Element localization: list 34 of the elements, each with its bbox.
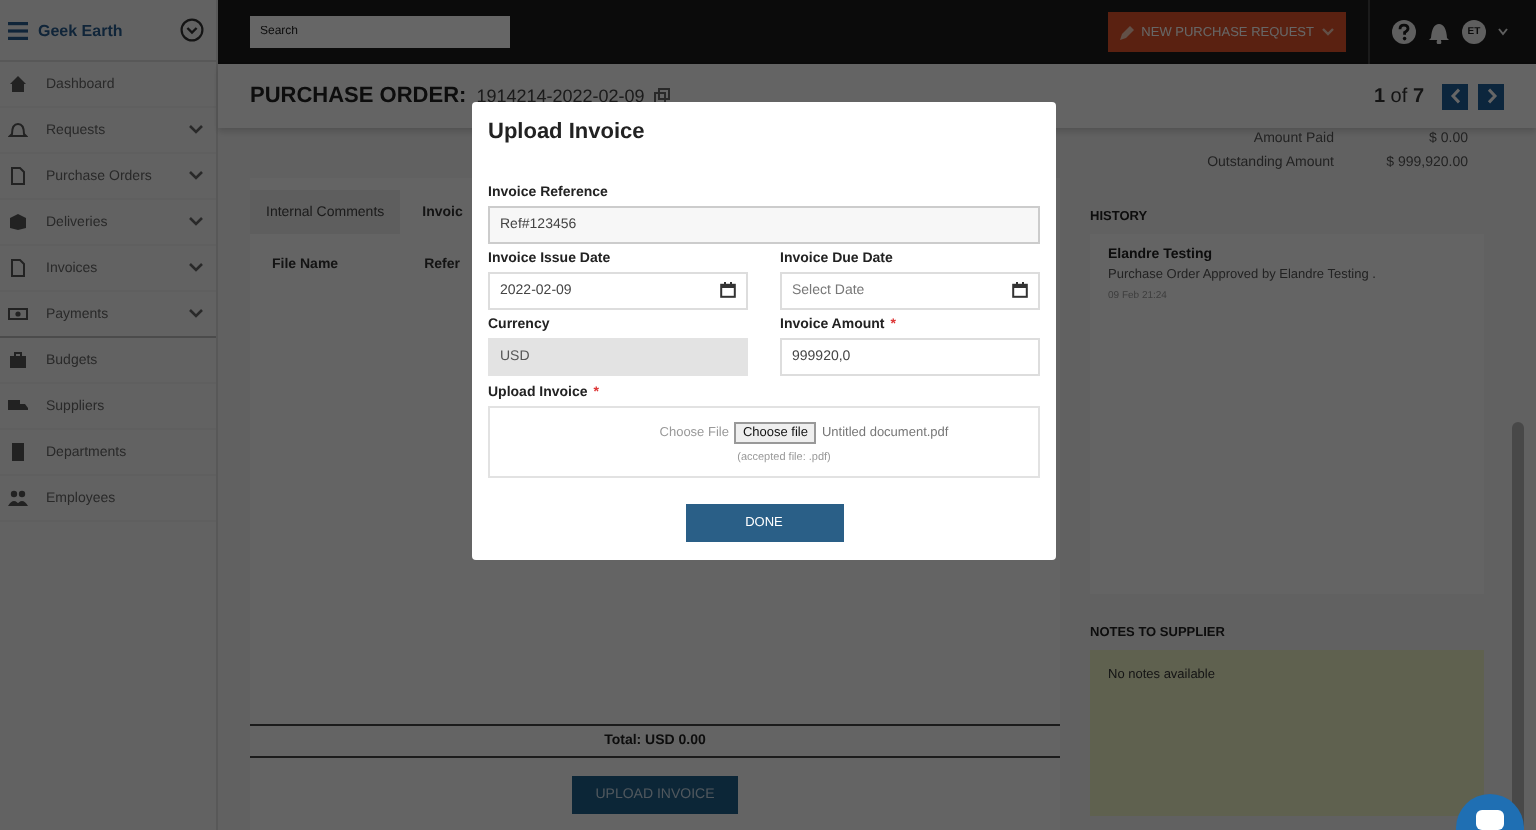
- brand-name: Geek Earth: [38, 21, 125, 39]
- document-icon: [8, 166, 28, 186]
- chevron-down-icon: [188, 170, 204, 182]
- chevron-down-icon: [188, 262, 204, 274]
- box-icon: [8, 212, 28, 232]
- page-title: PURCHASE ORDER:: [250, 84, 467, 108]
- chevron-right-icon: [1485, 88, 1497, 104]
- home-icon: [8, 74, 28, 94]
- briefcase-icon: [8, 350, 28, 370]
- calendar-icon: [1012, 282, 1028, 298]
- pencil-icon: [1119, 25, 1134, 39]
- order-number: 1914214-2022-02-09: [476, 86, 645, 106]
- caret-icon: [1498, 28, 1508, 36]
- dialog-title: Upload Invoice: [488, 118, 647, 148]
- bell-icon: [1428, 20, 1450, 44]
- cash-icon: [8, 304, 28, 324]
- bell-icon: [8, 120, 28, 140]
- help-icon: [1392, 20, 1416, 44]
- next-button[interactable]: [1478, 83, 1504, 109]
- menu-icon: [8, 21, 28, 39]
- document-icon: [8, 258, 28, 278]
- chevron-left-icon: [1449, 88, 1461, 104]
- building-icon: [8, 442, 28, 462]
- truck-icon: [8, 396, 28, 416]
- copy-icon: [654, 88, 671, 104]
- chevron-down-icon: [188, 124, 204, 136]
- chevron-down-icon: [188, 308, 204, 320]
- people-icon: [8, 488, 28, 508]
- page-counter: 1 of 7: [1373, 85, 1424, 107]
- chevron-down-icon: [188, 216, 204, 228]
- caret-icon: [1322, 28, 1334, 36]
- previous-button[interactable]: [1442, 83, 1468, 109]
- chevron-circle-icon: [180, 18, 204, 42]
- calendar-icon: [720, 282, 736, 298]
